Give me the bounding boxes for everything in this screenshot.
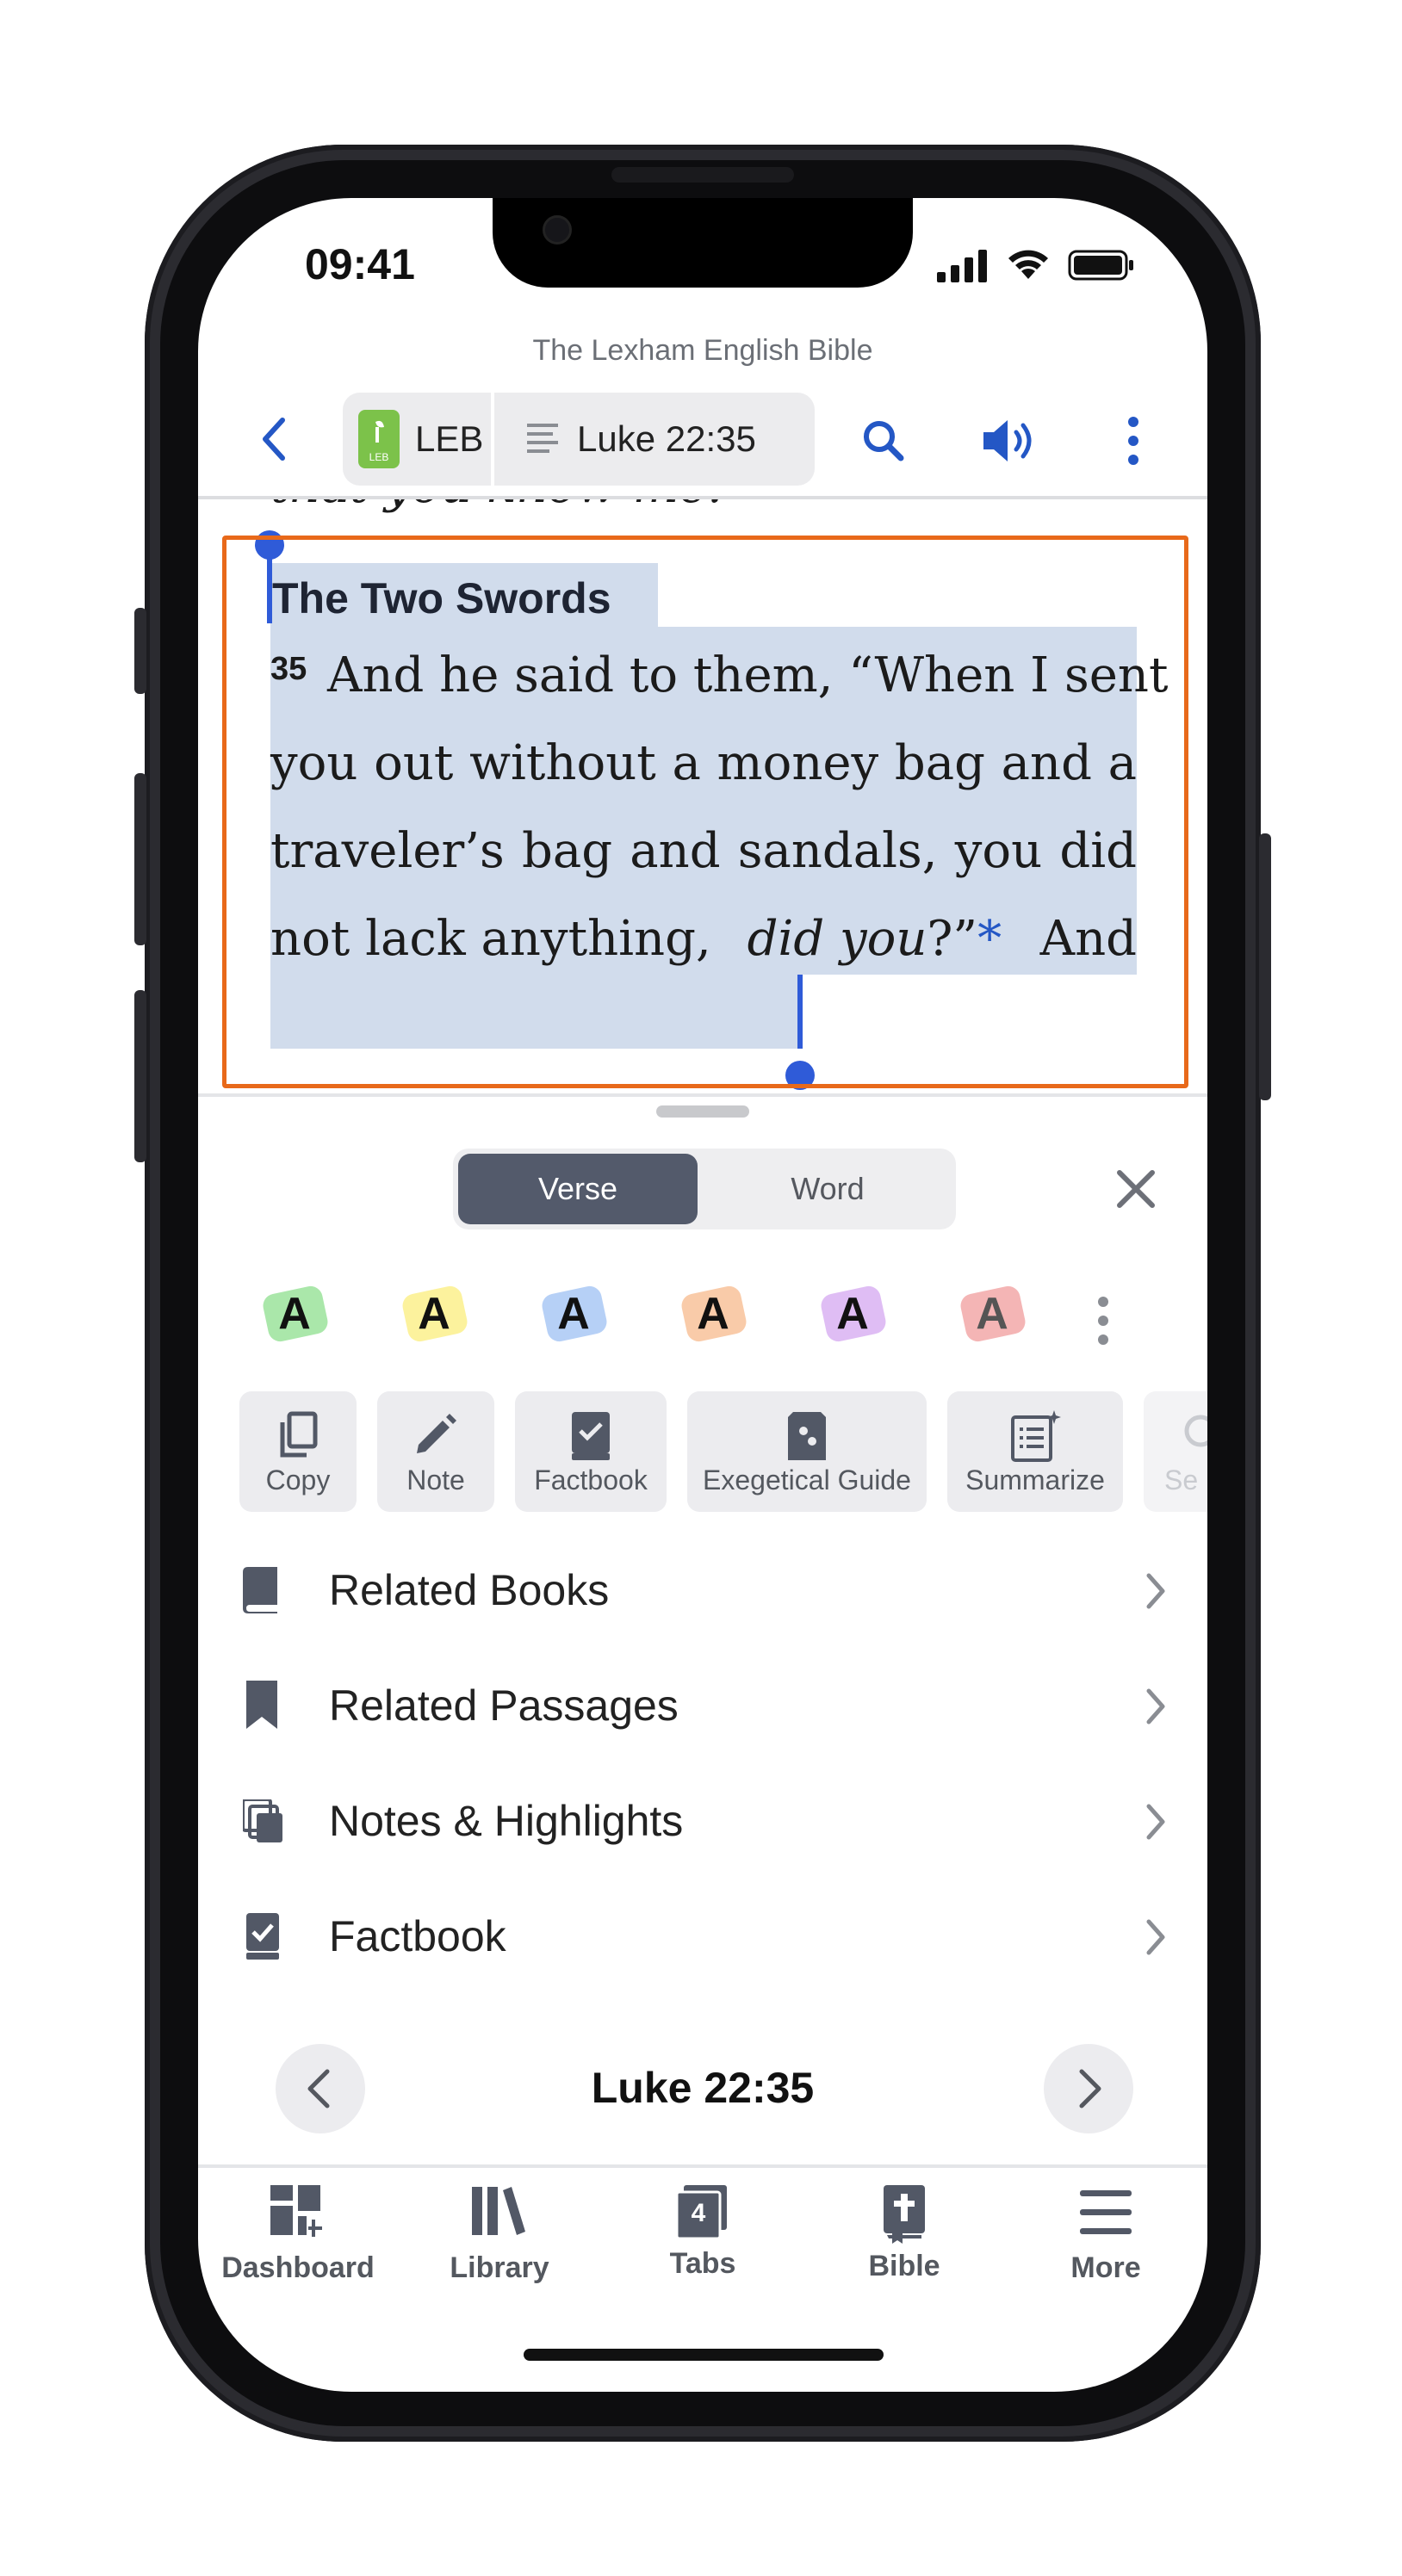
power-button	[1259, 833, 1271, 1100]
book-icon	[243, 1567, 277, 1613]
tab-more-label: More	[1070, 2251, 1141, 2284]
highlight-purple[interactable]: A	[816, 1278, 889, 1350]
tab-dashboard[interactable]: Dashboard	[212, 2185, 384, 2285]
chevron-left-icon	[307, 2069, 330, 2108]
wifi-icon	[1008, 250, 1048, 279]
factbook-row[interactable]: Factbook	[198, 1896, 1207, 1982]
library-icon	[472, 2187, 525, 2235]
related-books-label: Related Books	[329, 1566, 610, 1614]
app-title: The Lexham English Bible	[532, 334, 873, 367]
tab-dashboard-label: Dashboard	[221, 2251, 375, 2284]
earpiece-speaker	[611, 167, 794, 183]
segment-word[interactable]: Word	[704, 1154, 951, 1224]
factbook-icon	[246, 1913, 279, 1960]
reference-selector[interactable]: Luke 22:35	[577, 418, 756, 460]
speaker-audio-icon[interactable]	[980, 417, 1040, 465]
version-selector[interactable]: LEB	[415, 418, 483, 460]
highlight-red[interactable]: A	[956, 1278, 1028, 1350]
reference-list-icon	[527, 424, 558, 453]
chevron-right-icon	[1146, 1573, 1165, 1609]
segment-verse[interactable]: Verse	[458, 1154, 698, 1224]
notes-highlights-row[interactable]: Notes & Highlights	[198, 1780, 1207, 1867]
battery-icon	[1068, 250, 1133, 281]
highlight-orange[interactable]: A	[677, 1278, 749, 1350]
tab-tabs-label: Tabs	[669, 2247, 736, 2280]
tabbar-divider	[198, 2164, 1207, 2168]
version-badge-text: LEB	[369, 451, 389, 463]
tab-bible[interactable]: Bible	[818, 2185, 990, 2283]
chevron-right-icon	[1146, 1919, 1165, 1955]
notes-icon	[243, 1799, 282, 1842]
highlight-letter: A	[836, 1289, 869, 1339]
sheet-grabber[interactable]	[656, 1105, 749, 1118]
chevron-right-icon	[1146, 1688, 1165, 1725]
back-icon[interactable]	[255, 415, 293, 463]
highlight-letter: A	[976, 1289, 1008, 1339]
more-highlights-icon[interactable]	[1094, 1295, 1113, 1347]
highlight-letter: A	[278, 1289, 311, 1339]
tabbar: Dashboard Library 4 Tabs Bible More	[198, 2178, 1207, 2307]
search-icon[interactable]	[859, 417, 908, 465]
signal-icon	[937, 250, 987, 282]
related-passages-label: Related Passages	[329, 1681, 679, 1730]
highlight-green[interactable]: A	[258, 1278, 331, 1350]
tab-tabs[interactable]: 4 Tabs	[617, 2185, 789, 2281]
volume-down-button	[134, 990, 146, 1162]
chevron-right-icon	[1146, 1804, 1165, 1840]
highlight-letter: A	[697, 1289, 729, 1339]
notes-highlights-label: Notes & Highlights	[329, 1797, 684, 1845]
reader-panel-divider	[198, 1093, 1207, 1097]
related-books-row[interactable]: Related Books	[198, 1550, 1207, 1636]
related-passages-row[interactable]: Related Passages	[198, 1665, 1207, 1751]
menu-icon	[1080, 2190, 1132, 2234]
tab-library[interactable]: Library	[413, 2185, 586, 2285]
dashboard-icon	[270, 2185, 322, 2237]
close-icon[interactable]	[1116, 1169, 1156, 1209]
volume-up-button	[134, 773, 146, 945]
tab-more[interactable]: More	[1020, 2185, 1192, 2285]
highlight-blue[interactable]: A	[537, 1278, 610, 1350]
status-time: 09:41	[305, 240, 415, 288]
mute-switch	[134, 608, 146, 694]
highlight-yellow[interactable]: A	[398, 1278, 470, 1350]
tab-library-label: Library	[450, 2251, 549, 2284]
highlight-letter: A	[557, 1289, 590, 1339]
front-camera	[543, 215, 572, 245]
previous-verse-button[interactable]	[276, 2044, 365, 2133]
more-vertical-icon[interactable]	[1123, 415, 1144, 467]
tabs-count-badge: 4	[691, 2199, 706, 2227]
next-verse-button[interactable]	[1044, 2044, 1133, 2133]
factbook-list-label: Factbook	[329, 1912, 506, 1960]
version-badge-icon[interactable]: LEB	[358, 410, 400, 468]
toolbar-pill-divider	[491, 393, 494, 486]
chevron-right-icon	[1079, 2069, 1101, 2108]
previous-verse-line: that you know me.”	[270, 499, 748, 514]
highlight-row: A A A A A A	[258, 1278, 1154, 1364]
bookmark-icon	[246, 1681, 277, 1729]
highlight-letter: A	[418, 1289, 450, 1339]
tabs-icon: 4	[675, 2185, 730, 2240]
current-reference: Luke 22:35	[591, 2064, 815, 2112]
annotation-highlight-box	[222, 536, 1188, 1088]
bible-icon	[884, 2185, 925, 2244]
tab-bible-label: Bible	[868, 2250, 940, 2282]
home-indicator[interactable]	[524, 2349, 884, 2361]
